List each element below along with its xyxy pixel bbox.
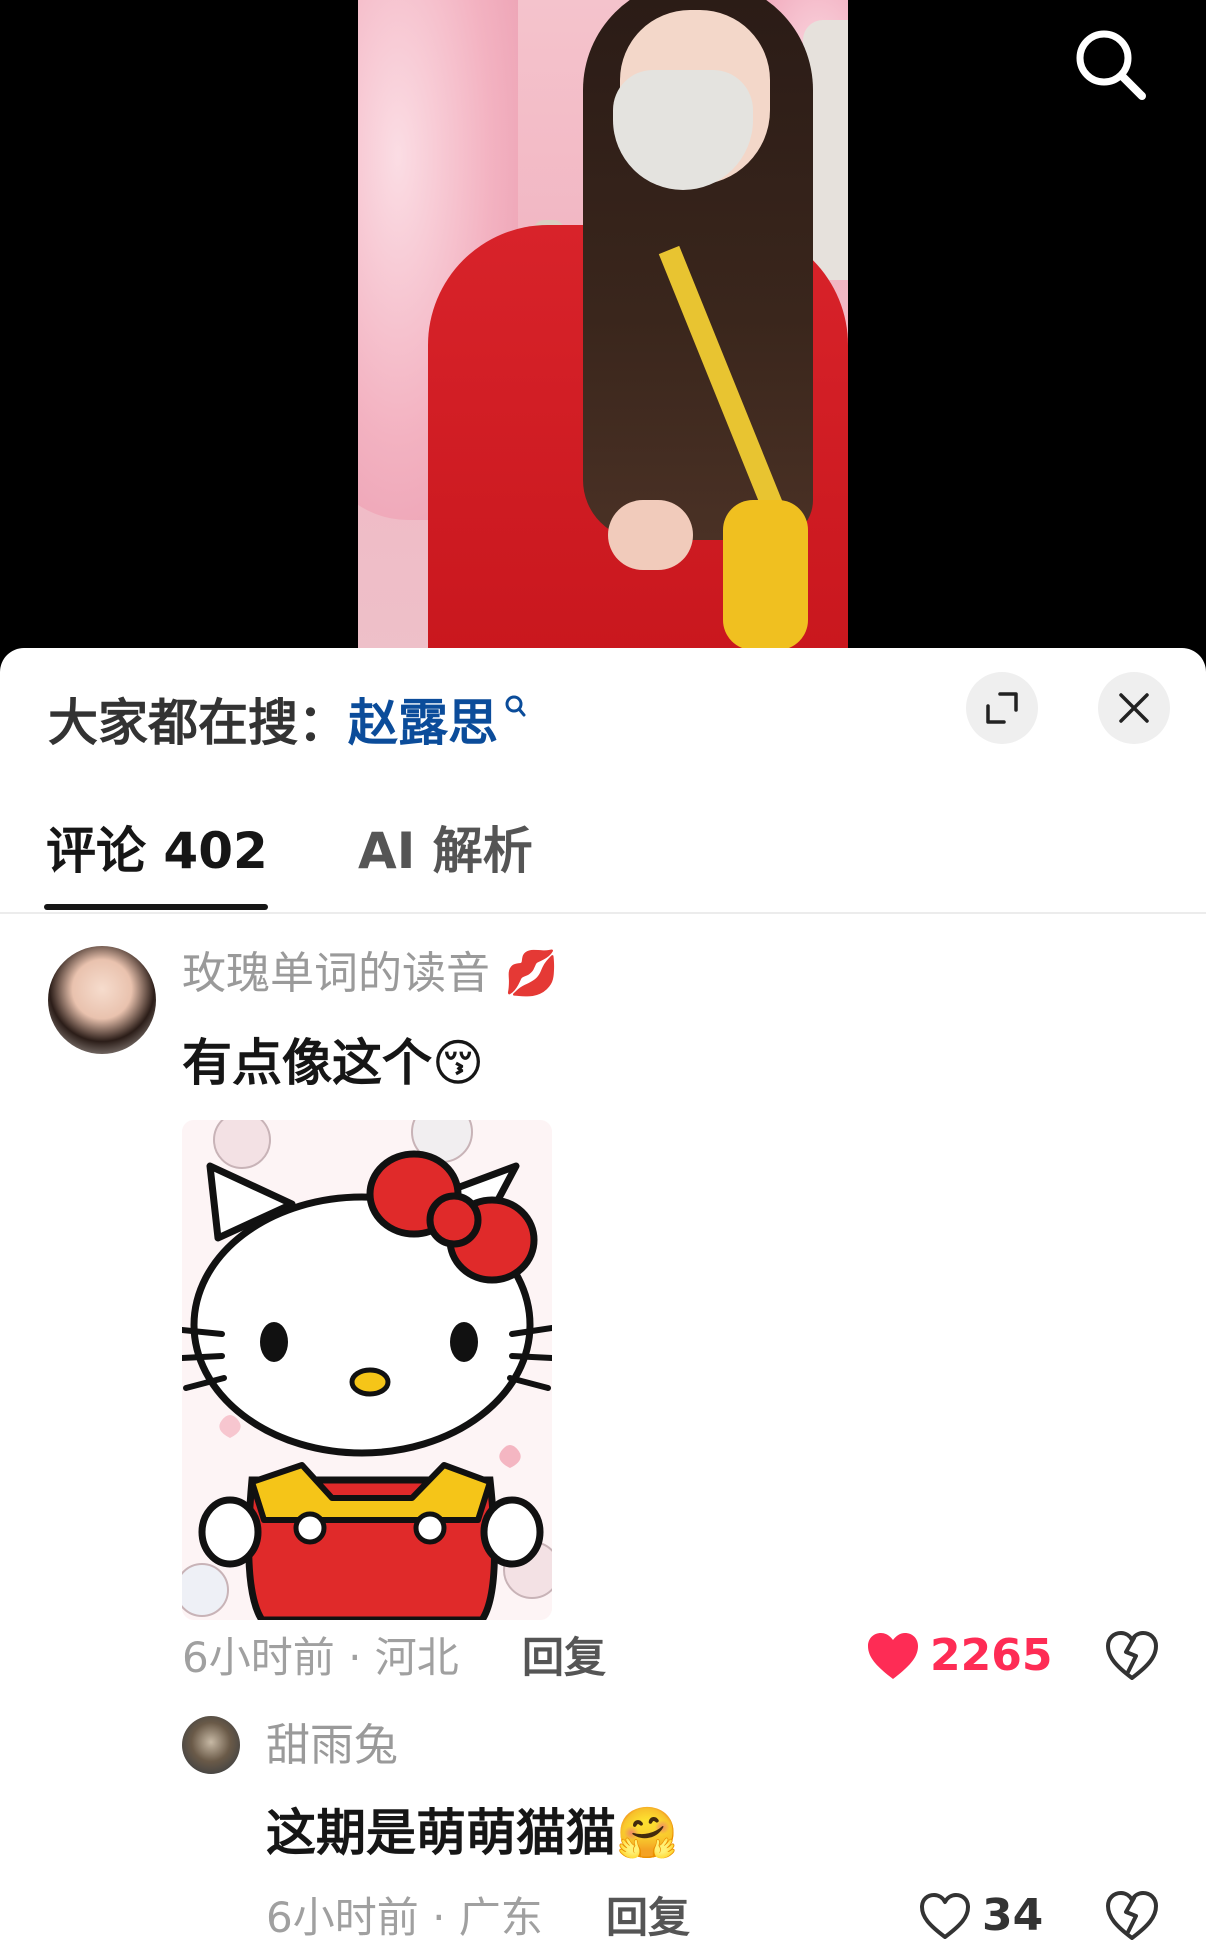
expand-icon: [986, 692, 1018, 724]
search-icon[interactable]: [1068, 22, 1152, 106]
heart-outline-icon: [920, 1893, 970, 1939]
comment-text: 有点像这个 😚: [182, 1028, 484, 1098]
comment-username[interactable]: 玫瑰单词的读音 💋: [182, 946, 559, 1002]
kiss-emoji: 😚: [432, 1034, 485, 1092]
like-button[interactable]: 2265: [866, 1628, 1052, 1684]
search-suggestion-keyword[interactable]: 赵露思: [348, 688, 498, 758]
hug-emoji: 🤗: [616, 1804, 679, 1862]
dislike-button[interactable]: [1104, 1888, 1160, 1944]
video-player[interactable]: [0, 0, 1206, 660]
hand: [608, 500, 693, 570]
dislike-button[interactable]: [1104, 1628, 1160, 1684]
comment-time-location: 6小时前 · 河北: [182, 1633, 459, 1682]
comment-username[interactable]: 甜雨兔: [266, 1718, 398, 1774]
reply-button[interactable]: 回复: [522, 1630, 606, 1686]
comment-body: 这期是萌萌猫猫: [266, 1804, 616, 1862]
dislike-icon: [1106, 1631, 1158, 1680]
like-count: 34: [982, 1890, 1044, 1941]
reply-button[interactable]: 回复: [606, 1890, 690, 1946]
active-tab-indicator: [44, 904, 268, 910]
heart-filled-icon: [868, 1633, 918, 1679]
avatar[interactable]: [48, 946, 156, 1054]
tab-comments[interactable]: 评论 402: [46, 818, 268, 884]
tab-bar: 评论 402 AI 解析: [0, 788, 1206, 914]
comment-text: 这期是萌萌猫猫 🤗: [266, 1798, 678, 1868]
like-button[interactable]: 34: [918, 1888, 1043, 1944]
comment-image-hello-kitty[interactable]: [182, 1120, 552, 1620]
yellow-bag: [723, 500, 808, 650]
search-mini-icon: [504, 694, 526, 725]
expand-button[interactable]: [966, 672, 1038, 744]
lips-emoji: 💋: [504, 948, 559, 999]
close-icon: [1119, 693, 1149, 723]
close-button[interactable]: [1098, 672, 1170, 744]
dislike-icon: [1106, 1891, 1158, 1940]
comment-body: 有点像这个: [182, 1034, 432, 1092]
comment-time-location: 6小时前 · 广东: [266, 1893, 543, 1942]
search-suggestion-prefix: 大家都在搜：: [48, 694, 348, 752]
like-count: 2265: [930, 1630, 1053, 1681]
avatar[interactable]: [182, 1716, 240, 1774]
video-frame: [358, 0, 848, 660]
username-text: 玫瑰单词的读音: [182, 948, 490, 999]
search-suggestion[interactable]: 大家都在搜： 赵露思: [48, 688, 526, 758]
tab-ai-analysis[interactable]: AI 解析: [358, 818, 533, 884]
comment-sheet: 大家都在搜： 赵露思 评论 402 AI 解析 玫瑰单词的读音 💋 有点像这个: [0, 648, 1206, 1948]
